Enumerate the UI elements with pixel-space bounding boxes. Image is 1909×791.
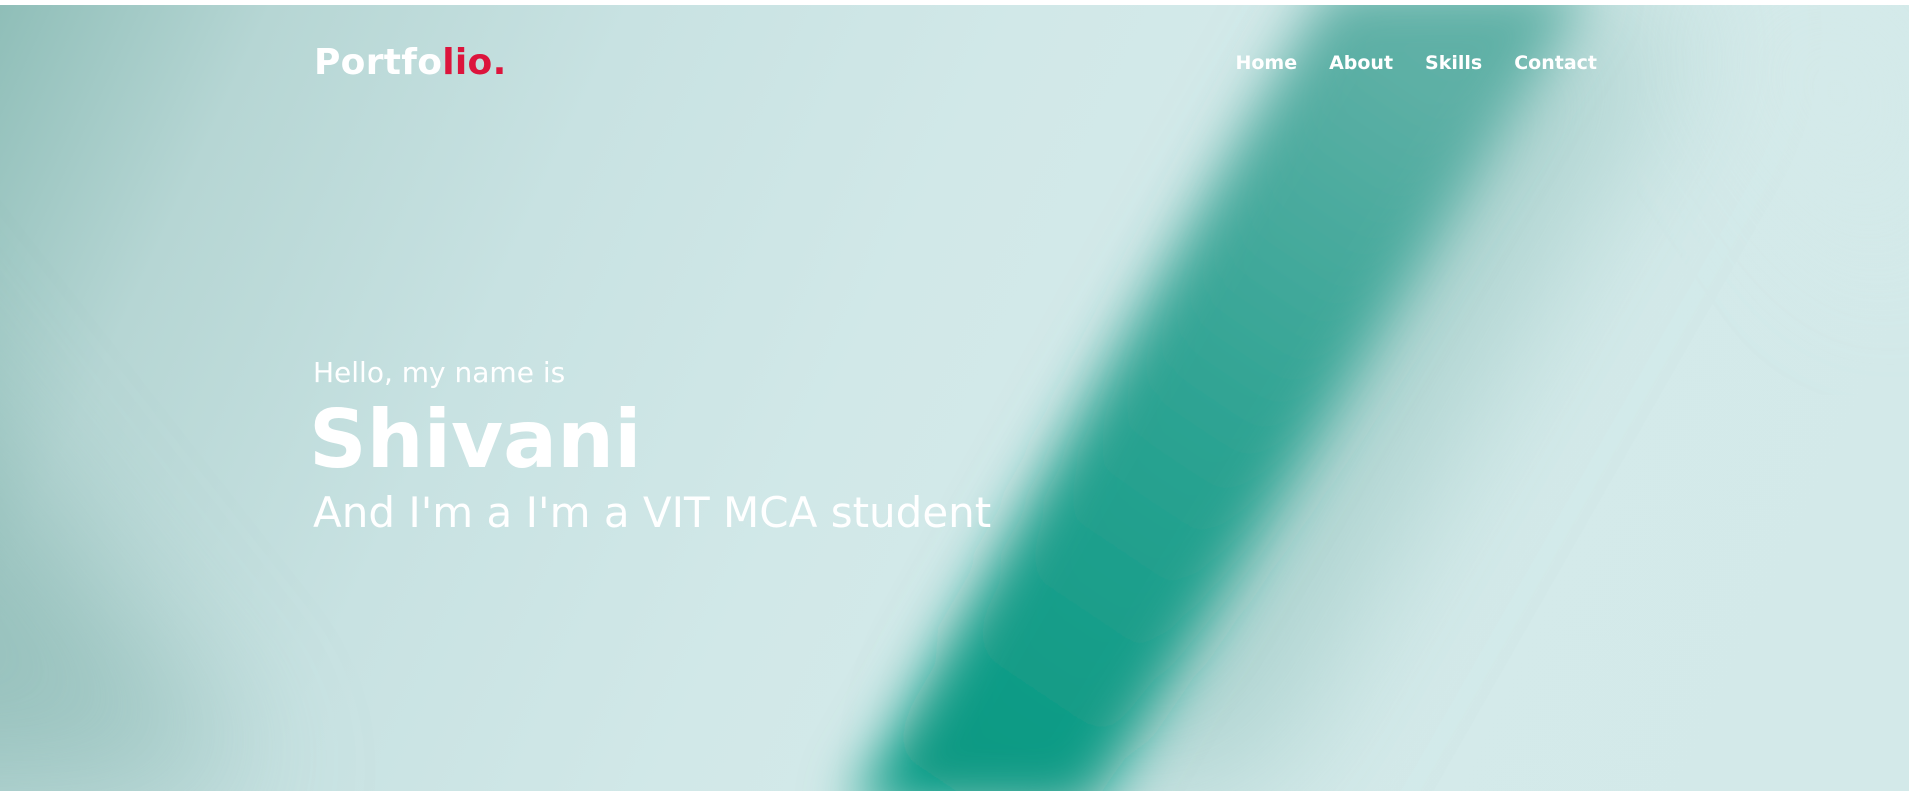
nav-menu: Home About Skills Contact [1235,52,1597,74]
nav-link-contact[interactable]: Contact [1514,52,1597,74]
page-viewport: Portfolio. Home About Skills Contact Hel… [0,5,1909,791]
hero-name: Shivani [309,393,642,486]
nav-item-home: Home [1235,52,1297,74]
hero-tagline: And I'm a I'm a VIT MCA student [313,488,992,537]
nav-link-home[interactable]: Home [1235,52,1297,74]
nav-link-about[interactable]: About [1329,52,1393,74]
logo[interactable]: Portfolio. [314,42,507,83]
hero-greeting: Hello, my name is [313,356,566,389]
logo-text: Portfo [314,42,443,83]
hero-section: Portfolio. Home About Skills Contact Hel… [0,5,1909,791]
navbar: Portfolio. Home About Skills Contact [0,5,1909,115]
nav-item-about: About [1329,52,1393,74]
logo-accent-text: lio. [442,42,507,83]
nav-item-contact: Contact [1514,52,1597,74]
hero-content: Hello, my name is Shivani And I'm a I'm … [309,355,992,541]
nav-item-skills: Skills [1425,52,1482,74]
nav-link-skills[interactable]: Skills [1425,52,1482,74]
